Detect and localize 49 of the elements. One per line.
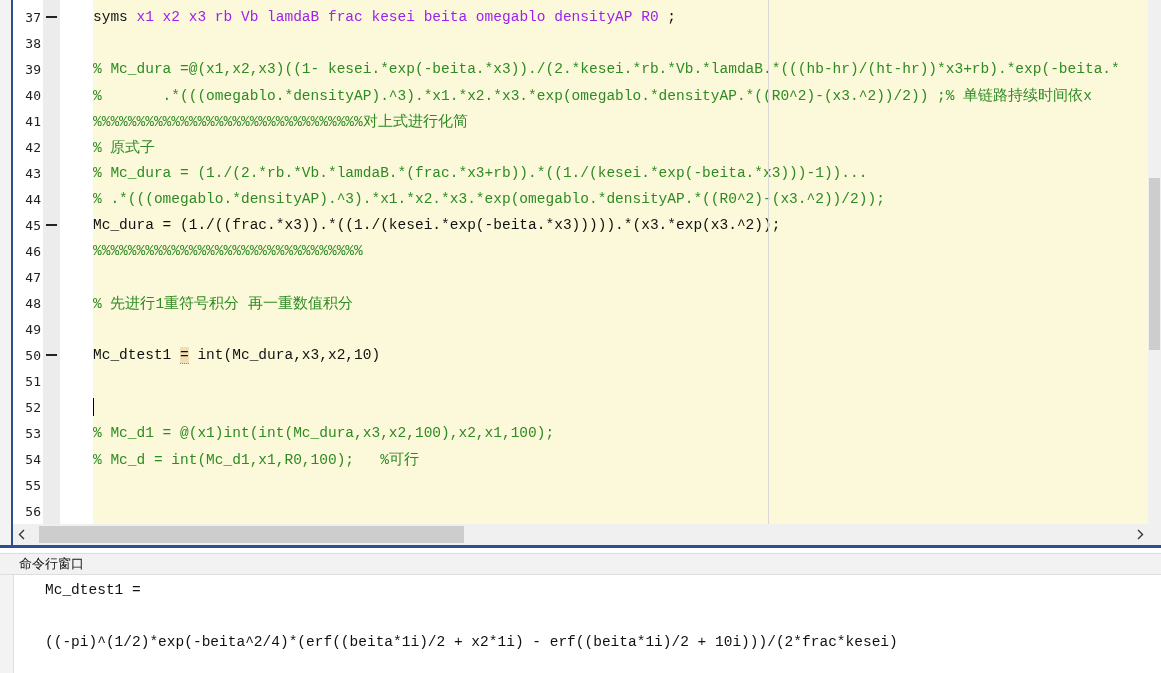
breakpoint-dash[interactable] xyxy=(46,354,57,356)
line-number: 55 xyxy=(24,477,41,493)
line-number: 42 xyxy=(24,139,41,155)
code-comment: % Mc_d = int(Mc_d1,x1,R0,100); %可行 xyxy=(93,450,419,469)
line-number: 53 xyxy=(24,425,41,441)
line-number: 37 xyxy=(24,9,41,25)
scrollbar-thumb[interactable] xyxy=(1149,178,1160,350)
line-number: 52 xyxy=(24,399,41,415)
code-comment: %%%%%%%%%%%%%%%%%%%%%%%%%%%%%%%对上式进行化简 xyxy=(93,112,468,131)
line-number: 41 xyxy=(24,113,41,129)
command-output: Mc_dtest1 = xyxy=(45,581,142,600)
code-comment: % 先进行1重符号积分 再一重数值积分 xyxy=(93,294,353,313)
code-punctuation: ; xyxy=(666,9,676,25)
command-output: ((-pi)^(1/2)*exp(-beita^2/4)*(erf((beita*1i)/2 + x2*1i) - erf((beita*1i)/2 + 10i)))/(2*frac*kesei) xyxy=(45,633,898,652)
scrollbar-thumb[interactable] xyxy=(39,526,464,543)
line-number: 56 xyxy=(24,503,41,519)
code-keyword: syms xyxy=(93,9,128,25)
code-text: int(Mc_dura,x3,x2,10) xyxy=(196,347,381,363)
code-comment: % .*(((omegablo.*densityAP).^3).*x1.*x2.*x3.*exp(omegablo.*densityAP.*((R0^2)-(x3.^2))/2)); xyxy=(93,191,885,207)
line-number: 40 xyxy=(24,87,41,103)
line-number: 50 xyxy=(24,347,41,363)
line-number: 46 xyxy=(24,243,41,259)
code-variables: x1 x2 x3 rb Vb lamdaB frac kesei beita omegablo densityAP R0 xyxy=(136,9,659,25)
line-number: 48 xyxy=(24,295,41,311)
line-number: 39 xyxy=(24,61,41,77)
breakpoint-dash[interactable] xyxy=(46,16,57,18)
breakpoint-dash[interactable] xyxy=(46,224,57,226)
line-number: 45 xyxy=(24,217,41,233)
line-number: 47 xyxy=(24,269,41,285)
line-number: 54 xyxy=(24,451,41,467)
line-number: 49 xyxy=(24,321,41,337)
code-line: Mc_dura = (1./((frac.*x3)).*((1./(kesei.*exp(-beita.*x3))))).*(x3.*exp(x3.^2)); xyxy=(93,217,781,233)
code-comment: % Mc_d1 = @(x1)int(int(Mc_dura,x3,x2,100),x2,x1,100); xyxy=(93,425,555,441)
horizontal-scrollbar[interactable] xyxy=(13,524,1161,545)
line-number: 44 xyxy=(24,191,41,207)
code-comment: % .*(((omegablo.*densityAP).^3).*x1.*x2.*x3.*exp(omegablo.*densityAP.*((R0^2)-(x3.^2))/2)) ;% 单链路持续时间依x xyxy=(93,86,1092,105)
panel-title: 命令行窗口 xyxy=(0,553,1161,575)
line-number: 43 xyxy=(24,165,41,181)
code-comment: % Mc_dura =@(x1,x2,x3)((1- kesei.*exp(-beita.*x3))./(2.*kesei.*rb.*Vb.*lamdaB.*(((hb-hr)/(ht-hr))*x3+rb).*exp(-beita.* xyxy=(93,61,1120,77)
code-comment: %%%%%%%%%%%%%%%%%%%%%%%%%%%%%%% xyxy=(93,243,363,259)
vertical-scrollbar[interactable] xyxy=(1148,0,1161,524)
code-comment: % Mc_dura = (1./(2.*rb.*Vb.*lamdaB.*(frac.*x3+rb)).*((1./(kesei.*exp(-beita.*x3)))-1))... xyxy=(93,165,868,181)
warning-highlight: = xyxy=(180,346,189,364)
code-text: Mc_dtest1 xyxy=(93,347,173,363)
scroll-left-icon[interactable] xyxy=(17,529,25,540)
scroll-right-icon[interactable] xyxy=(1136,529,1144,540)
code-comment: % 原式子 xyxy=(93,138,156,157)
line-number: 38 xyxy=(24,35,41,51)
line-number: 51 xyxy=(24,373,41,389)
